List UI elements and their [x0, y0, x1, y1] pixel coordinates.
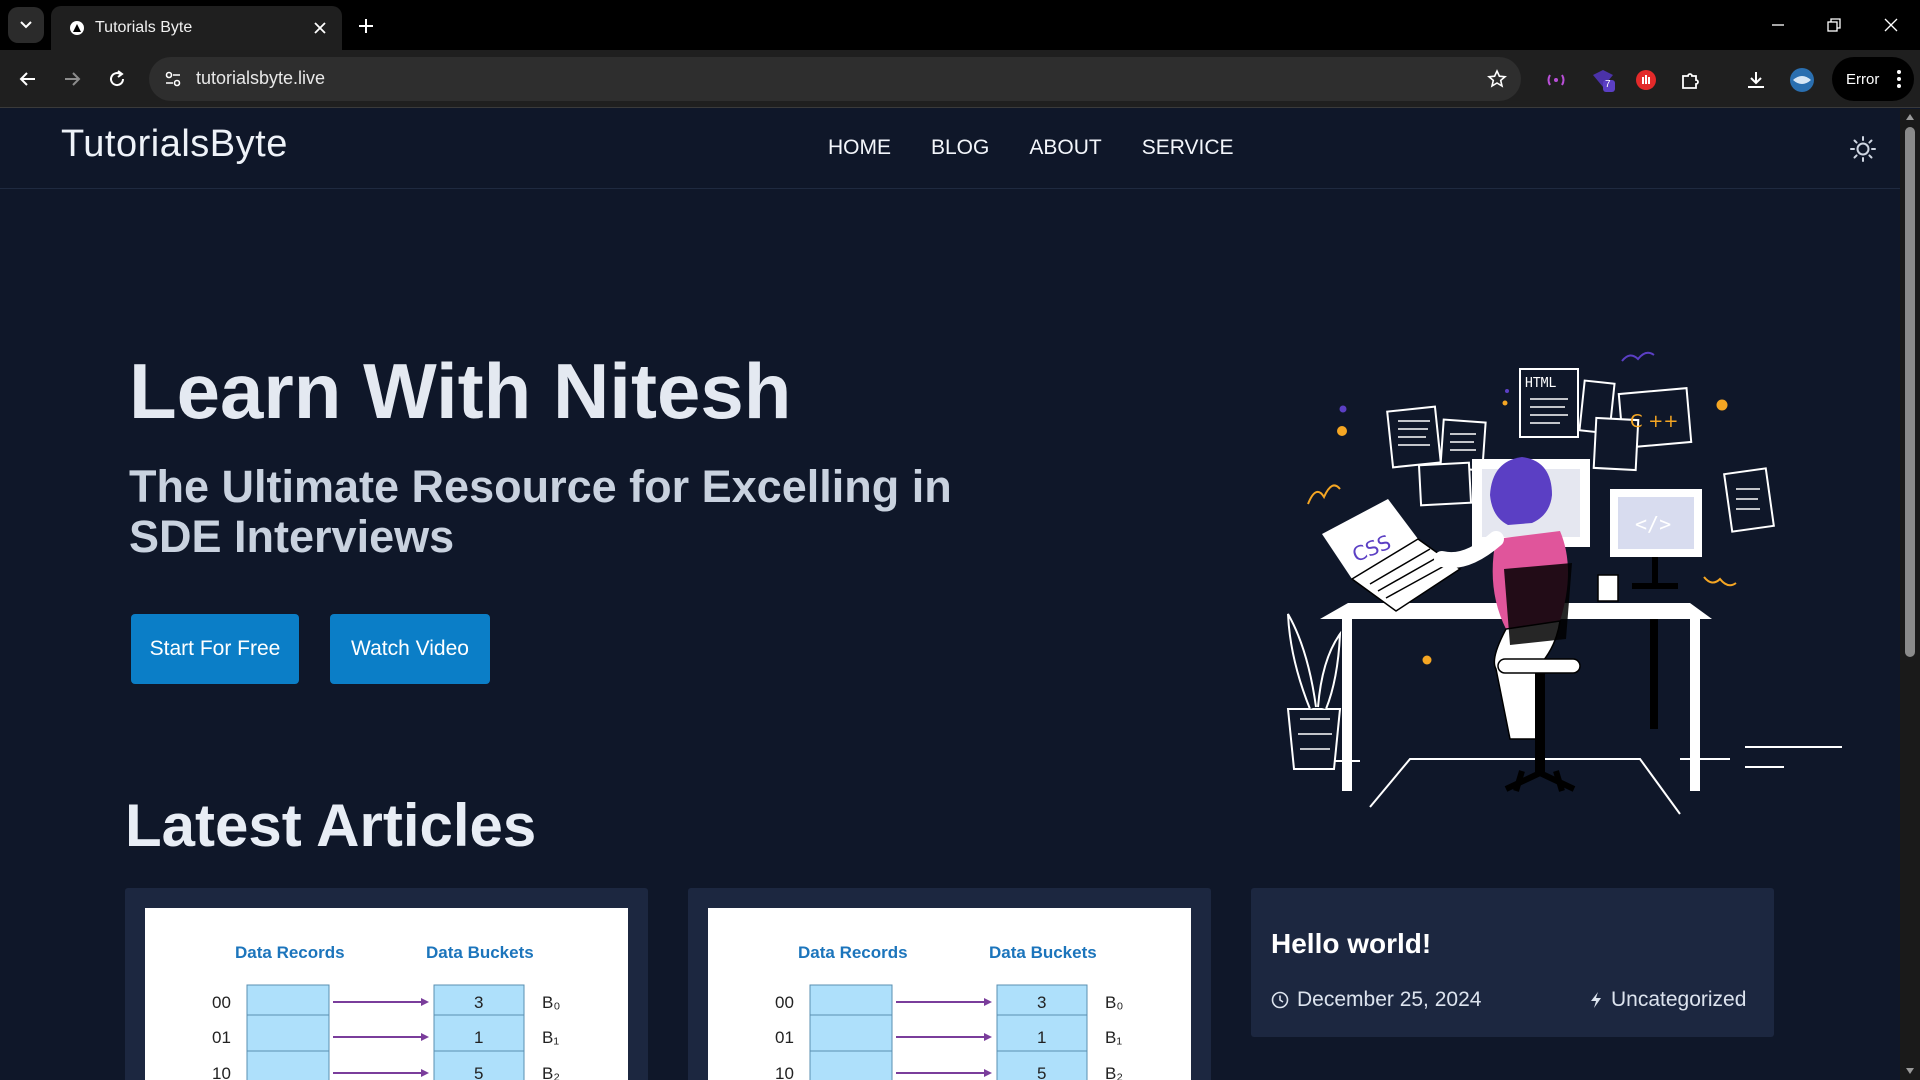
reload-icon	[110, 70, 125, 87]
hero-subtitle: The Ultimate Resource for Excelling in S…	[129, 461, 952, 562]
html-label: HTML	[1525, 376, 1556, 391]
start-for-free-button[interactable]: Start For Free	[131, 614, 299, 684]
sun-icon	[1850, 136, 1876, 162]
article-title[interactable]: Hello world!	[1271, 928, 1431, 960]
page-scrollbar[interactable]	[1900, 109, 1920, 1080]
plus-icon	[359, 19, 373, 33]
theme-toggle-button[interactable]	[1848, 134, 1878, 164]
developer-illustration: HTML C ++ CSS </>	[1286, 351, 1842, 815]
diagram-value: 5	[1037, 1064, 1046, 1080]
bolt-icon	[1591, 992, 1601, 1008]
scroll-up-arrow-icon[interactable]	[1905, 113, 1915, 121]
article-category-text: Uncategorized	[1611, 988, 1747, 1011]
more-vertical-icon	[1897, 70, 1901, 88]
download-icon[interactable]	[1741, 65, 1771, 95]
chevron-down-icon	[20, 21, 32, 29]
profile-avatar-icon[interactable]	[1787, 65, 1817, 95]
nav-blog[interactable]: BLOG	[931, 136, 989, 160]
diagram-value: 1	[1037, 1028, 1046, 1047]
minimize-button[interactable]	[1763, 10, 1793, 40]
address-bar[interactable]: tutorialsbyte.live	[149, 57, 1521, 101]
arrow-right-icon	[65, 72, 81, 86]
site-info-icon[interactable]	[161, 67, 185, 91]
site-header: TutorialsByte HOME BLOG ABOUT SERVICE	[0, 109, 1900, 189]
diagram-bucket: B₂	[542, 1064, 560, 1080]
scrollbar-thumb[interactable]	[1905, 127, 1915, 657]
extension-hand-icon[interactable]	[1631, 65, 1661, 95]
extension-shield-icon[interactable]: 7	[1588, 65, 1618, 95]
diagram-key: 01	[775, 1028, 794, 1047]
diagram-value: 3	[474, 993, 483, 1012]
diagram-key: 00	[212, 993, 231, 1012]
browser-tab-strip: Tutorials Byte	[0, 0, 1920, 50]
diagram-key: 00	[775, 993, 794, 1012]
tab-search-button[interactable]	[8, 7, 44, 43]
diagram-bucket: B₁	[542, 1028, 559, 1047]
extendible-hashing-diagram-image: Data Records Data Buckets 00 01 10 3 1 5…	[708, 908, 1191, 1080]
nav-home[interactable]: HOME	[828, 136, 891, 160]
close-icon[interactable]	[310, 18, 330, 38]
article-date-text: December 25, 2024	[1297, 988, 1482, 1011]
code-tag-label: </>	[1635, 512, 1671, 536]
cpp-label: C ++	[1630, 411, 1678, 432]
nav-about[interactable]: ABOUT	[1029, 136, 1101, 160]
extension-wave-icon[interactable]	[1541, 65, 1571, 95]
diagram-key: 10	[212, 1064, 231, 1080]
diagram-bucket: B₂	[1105, 1064, 1123, 1080]
diagram-buckets-header: Data Buckets	[426, 943, 534, 962]
article-card[interactable]: Hello world! December 25, 2024 Uncategor…	[1251, 888, 1774, 1037]
diagram-value: 5	[474, 1064, 483, 1080]
watch-video-button[interactable]: Watch Video	[330, 614, 490, 684]
tab-title: Tutorials Byte	[95, 19, 193, 36]
article-card[interactable]: Data Records Data Buckets 00 01 10 3 1 5…	[688, 888, 1211, 1080]
profile-error-button[interactable]: Error	[1832, 57, 1914, 101]
extendible-hashing-diagram-image: Data Records Data Buckets 00 01 10 3 1 5…	[145, 908, 628, 1080]
minimize-icon	[1772, 24, 1784, 26]
url-text: tutorialsbyte.live	[196, 68, 326, 88]
reload-button[interactable]	[101, 63, 133, 95]
article-category[interactable]: Uncategorized	[1589, 988, 1746, 1012]
main-nav: HOME BLOG ABOUT SERVICE	[828, 136, 1234, 160]
extension-badge: 7	[1605, 79, 1611, 90]
site-favicon-icon	[69, 20, 85, 36]
close-icon	[1884, 18, 1898, 32]
profile-error-label: Error	[1846, 70, 1880, 88]
diagram-records-header: Data Records	[235, 943, 345, 962]
article-card[interactable]: Data Records Data Buckets 00 01 10 3 1 5…	[125, 888, 648, 1080]
latest-articles-heading: Latest Articles	[125, 792, 537, 859]
diagram-bucket: B₁	[1105, 1028, 1122, 1047]
hero-title: Learn With Nitesh	[129, 347, 792, 435]
diagram-value: 3	[1037, 993, 1046, 1012]
browser-toolbar: tutorialsbyte.live 7 Error	[0, 50, 1920, 108]
diagram-records-header: Data Records	[798, 943, 908, 962]
close-window-button[interactable]	[1876, 10, 1906, 40]
nav-service[interactable]: SERVICE	[1142, 136, 1234, 160]
diagram-buckets-header: Data Buckets	[989, 943, 1097, 962]
new-tab-button[interactable]	[352, 12, 380, 40]
diagram-value: 1	[474, 1028, 483, 1047]
forward-button[interactable]	[56, 63, 88, 95]
diagram-bucket: B₀	[1105, 993, 1123, 1012]
site-logo[interactable]: TutorialsByte	[61, 123, 288, 166]
article-date: December 25, 2024	[1271, 988, 1481, 1012]
back-button[interactable]	[12, 63, 44, 95]
web-page: TutorialsByte HOME BLOG ABOUT SERVICE Le…	[0, 109, 1900, 1080]
restore-icon	[1827, 18, 1841, 32]
arrow-left-icon	[19, 72, 35, 86]
diagram-key: 10	[775, 1064, 794, 1080]
diagram-bucket: B₀	[542, 993, 560, 1012]
extensions-puzzle-icon[interactable]	[1676, 65, 1706, 95]
restore-button[interactable]	[1819, 10, 1849, 40]
clock-icon	[1271, 991, 1289, 1009]
diagram-key: 01	[212, 1028, 231, 1047]
active-tab[interactable]: Tutorials Byte	[51, 6, 342, 50]
scroll-down-arrow-icon[interactable]	[1905, 1067, 1915, 1075]
star-icon[interactable]	[1485, 67, 1509, 91]
